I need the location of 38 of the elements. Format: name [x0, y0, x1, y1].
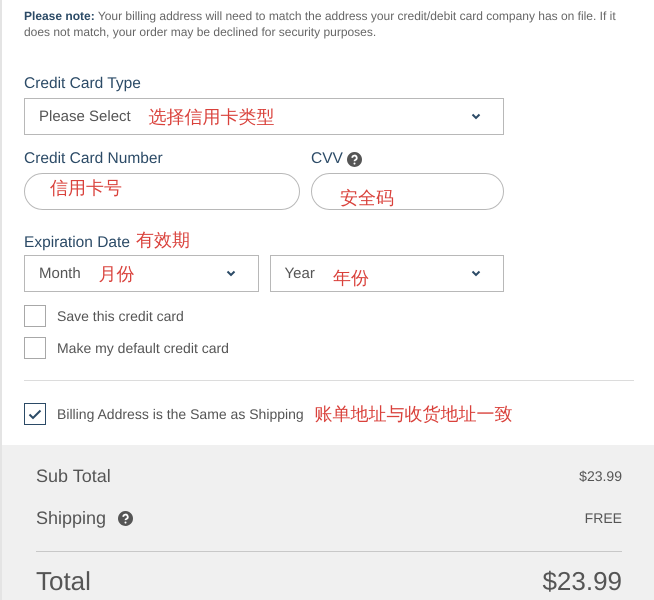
- annotation-text: 账单地址与收货地址一致: [314, 403, 513, 426]
- field-label: Expiration Date: [24, 234, 130, 252]
- dropdown[interactable]: Month 月份: [24, 255, 258, 292]
- annotation-text: 安全码: [340, 186, 394, 210]
- checkbox[interactable]: [24, 337, 46, 359]
- total-label: Total: [36, 566, 91, 596]
- input-field[interactable]: 安全码: [311, 173, 504, 210]
- field-label: CVV: [311, 150, 343, 168]
- summary-label: Shipping: [36, 508, 106, 528]
- dropdown-value: Year: [284, 265, 315, 282]
- annotation-text: 信用卡号: [50, 176, 122, 200]
- summary-label: Sub Total: [36, 466, 111, 486]
- checkbox-label: Save this credit card: [57, 308, 184, 324]
- summary-value: $23.99: [579, 468, 622, 484]
- help-icon[interactable]: [118, 510, 134, 526]
- billing-note: Please note: Your billing address will need to match the address your credit/debit card company has on file. If it does not match, your order may be declined for security purposes.: [24, 8, 617, 40]
- checkbox-label: Billing Address is the Same as Shipping: [57, 406, 304, 422]
- total-amount: $23.99: [542, 566, 622, 596]
- checkmark-icon: [28, 408, 42, 420]
- annotation-text: 月份: [98, 262, 135, 286]
- dropdown[interactable]: Year 年份: [270, 255, 504, 292]
- caret-icon: [226, 270, 236, 277]
- caret-icon: [471, 270, 481, 277]
- caret-icon: [471, 113, 481, 120]
- dropdown-value: Month: [39, 265, 81, 282]
- field-label: Credit Card Type: [24, 75, 142, 93]
- dropdown[interactable]: Please Select 选择信用卡类型: [24, 98, 504, 135]
- annotation-text: 年份: [332, 266, 369, 290]
- checkbox[interactable]: [24, 403, 46, 425]
- dropdown-value: Please Select: [39, 108, 131, 125]
- field-label: Credit Card Number: [24, 150, 164, 168]
- checkbox-label: Make my default credit card: [57, 340, 229, 356]
- summary-value: FREE: [584, 510, 622, 526]
- input-field[interactable]: 信用卡号: [24, 173, 300, 210]
- help-icon[interactable]: [346, 152, 362, 166]
- annotation-text: 选择信用卡类型: [148, 106, 275, 128]
- annotation-text: 有效期: [136, 229, 190, 252]
- checkbox[interactable]: [24, 305, 46, 327]
